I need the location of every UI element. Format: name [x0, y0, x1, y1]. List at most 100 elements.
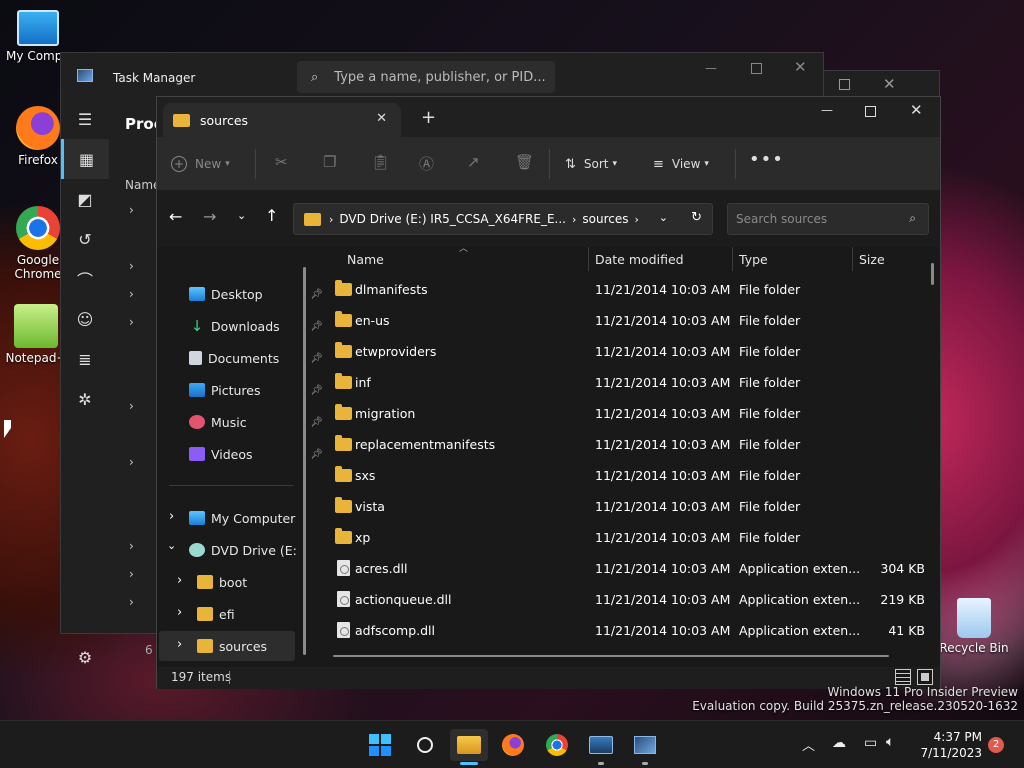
new-tab-icon[interactable]: +: [421, 107, 436, 128]
breadcrumb-folder[interactable]: sources: [582, 212, 628, 226]
chevron-right-icon[interactable]: ›: [129, 259, 134, 273]
maximize-icon[interactable]: [751, 63, 762, 74]
address-bar[interactable]: › DVD Drive (E:) IR5_CCSA_X64FRE_E... › …: [293, 203, 713, 235]
close-icon[interactable]: ✕: [794, 58, 807, 76]
task-manager-search[interactable]: ⌕ Type a name, publisher, or PID...: [297, 61, 555, 93]
list-horizontal-scrollbar[interactable]: [333, 655, 889, 657]
view-button[interactable]: ≡ View ▾: [653, 153, 709, 175]
breadcrumb-separator-icon: ›: [571, 212, 577, 226]
taskbar-file-explorer[interactable]: [450, 729, 488, 765]
chevron-right-icon[interactable]: ›: [177, 573, 182, 588]
table-row[interactable]: replacementmanifests 11/21/2014 10:03 AM F…: [333, 430, 933, 461]
performance-icon[interactable]: ◩: [61, 179, 109, 219]
settings-icon[interactable]: ⚙: [61, 637, 109, 677]
nav-item-sources[interactable]: sources: [197, 631, 333, 661]
network-icon[interactable]: ☁: [832, 735, 846, 751]
recent-locations-icon[interactable]: ⌄: [237, 209, 246, 222]
chevron-right-icon[interactable]: ›: [129, 315, 134, 329]
hamburger-menu-icon[interactable]: ☰: [61, 99, 109, 139]
table-row[interactable]: sxs 11/21/2014 10:03 AM File folder: [333, 461, 933, 492]
volume-icon[interactable]: 🔈︎: [886, 734, 894, 750]
more-options-icon[interactable]: •••: [749, 149, 784, 170]
table-row[interactable]: inf 11/21/2014 10:03 AM File folder: [333, 368, 933, 399]
sort-button[interactable]: ⇅ Sort ▾: [565, 153, 617, 175]
services-icon[interactable]: ✲: [61, 379, 109, 419]
table-row[interactable]: acres.dll 11/21/2014 10:03 AM Application …: [333, 554, 933, 585]
nav-item-boot[interactable]: boot: [197, 567, 333, 597]
nav-item-label: Videos: [211, 446, 253, 462]
chevron-right-icon[interactable]: ›: [177, 637, 182, 652]
paste-icon[interactable]: 📋︎: [371, 153, 390, 171]
taskbar-task-manager[interactable]: [628, 729, 662, 765]
close-icon[interactable]: ✕: [910, 101, 923, 119]
column-header-date[interactable]: Date modified: [595, 247, 684, 271]
new-button[interactable]: + New ▾: [171, 153, 230, 175]
column-header-type[interactable]: Type: [739, 247, 768, 271]
details-view-icon[interactable]: [895, 669, 911, 685]
table-row[interactable]: adfscomp.dll 11/21/2014 10:03 AM Applicati…: [333, 616, 933, 647]
table-row[interactable]: dlmanifests 11/21/2014 10:03 AM File folde…: [333, 275, 933, 306]
notification-badge[interactable]: 2: [988, 737, 1004, 753]
address-history-icon[interactable]: ⌄: [659, 211, 668, 224]
processes-icon[interactable]: ▦: [61, 139, 109, 179]
column-header-size[interactable]: Size: [859, 247, 885, 271]
nav-scrollbar[interactable]: [303, 267, 306, 655]
table-row[interactable]: actionqueue.dll 11/21/2014 10:03 AM Applic…: [333, 585, 933, 616]
maximize-icon[interactable]: [865, 106, 876, 117]
chevron-right-icon[interactable]: ›: [129, 455, 134, 469]
nav-item-dvd-drive[interactable]: DVD Drive (E:) IF: [189, 535, 297, 565]
chevron-right-icon[interactable]: ›: [169, 509, 174, 524]
column-header-name[interactable]: Name: [347, 247, 384, 271]
table-row[interactable]: vista 11/21/2014 10:03 AM File folder: [333, 492, 933, 523]
nav-item-efi[interactable]: efi: [197, 599, 333, 629]
chevron-up-icon[interactable]: ︿: [802, 735, 815, 754]
delete-icon[interactable]: 🗑︎: [515, 153, 534, 171]
app-history-icon[interactable]: ↺: [61, 219, 109, 259]
table-row[interactable]: en-us 11/21/2014 10:03 AM File folder: [333, 306, 933, 337]
search-button[interactable]: [408, 729, 442, 761]
minimize-icon[interactable]: —: [821, 103, 833, 117]
taskbar-terminal[interactable]: [584, 729, 618, 765]
search-box[interactable]: Search sources ⌕: [727, 203, 929, 235]
chevron-right-icon[interactable]: ›: [129, 203, 134, 217]
clock[interactable]: 4:37 PM 7/11/2023: [916, 729, 982, 761]
rename-icon[interactable]: Ⓐ: [419, 153, 434, 174]
chevron-right-icon[interactable]: ›: [129, 567, 134, 581]
navigation-pane: Desktop 📌︎ ↓ Downloads 📌︎ Documents 📌︎ P…: [157, 247, 323, 667]
chevron-right-icon[interactable]: ›: [177, 605, 182, 620]
address-bar-row: ← → ⌄ ↑ › DVD Drive (E:) IR5_CCSA_X64FRE…: [157, 191, 940, 247]
table-row[interactable]: migration 11/21/2014 10:03 AM File folder: [333, 399, 933, 430]
share-icon[interactable]: ↗: [467, 153, 480, 171]
chevron-right-icon[interactable]: ›: [129, 539, 134, 553]
up-icon[interactable]: ↑: [265, 206, 278, 225]
row-size: 304 KB: [880, 561, 925, 576]
chevron-right-icon[interactable]: ›: [129, 595, 134, 609]
taskbar-chrome[interactable]: [540, 729, 574, 761]
users-icon[interactable]: ☺: [61, 299, 109, 339]
table-row[interactable]: etwproviders 11/21/2014 10:03 AM File fold…: [333, 337, 933, 368]
table-row[interactable]: xp 11/21/2014 10:03 AM File folder: [333, 523, 933, 554]
maximize-icon[interactable]: [839, 79, 850, 90]
row-date: 11/21/2014 10:03 AM: [595, 375, 731, 390]
back-icon[interactable]: ←: [169, 207, 182, 226]
close-icon[interactable]: ✕: [883, 75, 896, 93]
startup-apps-icon[interactable]: ⌒: [61, 259, 109, 299]
taskbar-firefox[interactable]: [496, 729, 530, 761]
chevron-down-icon[interactable]: ⌄: [167, 539, 176, 552]
cut-icon[interactable]: ✂: [275, 153, 288, 171]
refresh-icon[interactable]: ↻: [691, 210, 702, 225]
minimize-icon[interactable]: —: [705, 61, 717, 75]
forward-icon[interactable]: →: [203, 207, 216, 226]
folder-icon: [335, 466, 352, 482]
close-tab-icon[interactable]: ✕: [376, 111, 387, 126]
start-button[interactable]: [363, 729, 397, 761]
tiles-view-icon[interactable]: [917, 669, 933, 685]
details-icon[interactable]: ≣: [61, 339, 109, 379]
tab-sources[interactable]: sources ✕: [163, 103, 401, 137]
chevron-right-icon[interactable]: ›: [129, 287, 134, 301]
chevron-right-icon[interactable]: ›: [129, 399, 134, 413]
display-icon[interactable]: ▭: [864, 735, 877, 751]
copy-icon[interactable]: ❐: [323, 153, 336, 171]
breadcrumb-drive[interactable]: DVD Drive (E:) IR5_CCSA_X64FRE_E...: [339, 212, 566, 226]
desktop-icon-recycle-bin[interactable]: Recycle Bin: [936, 598, 1012, 655]
